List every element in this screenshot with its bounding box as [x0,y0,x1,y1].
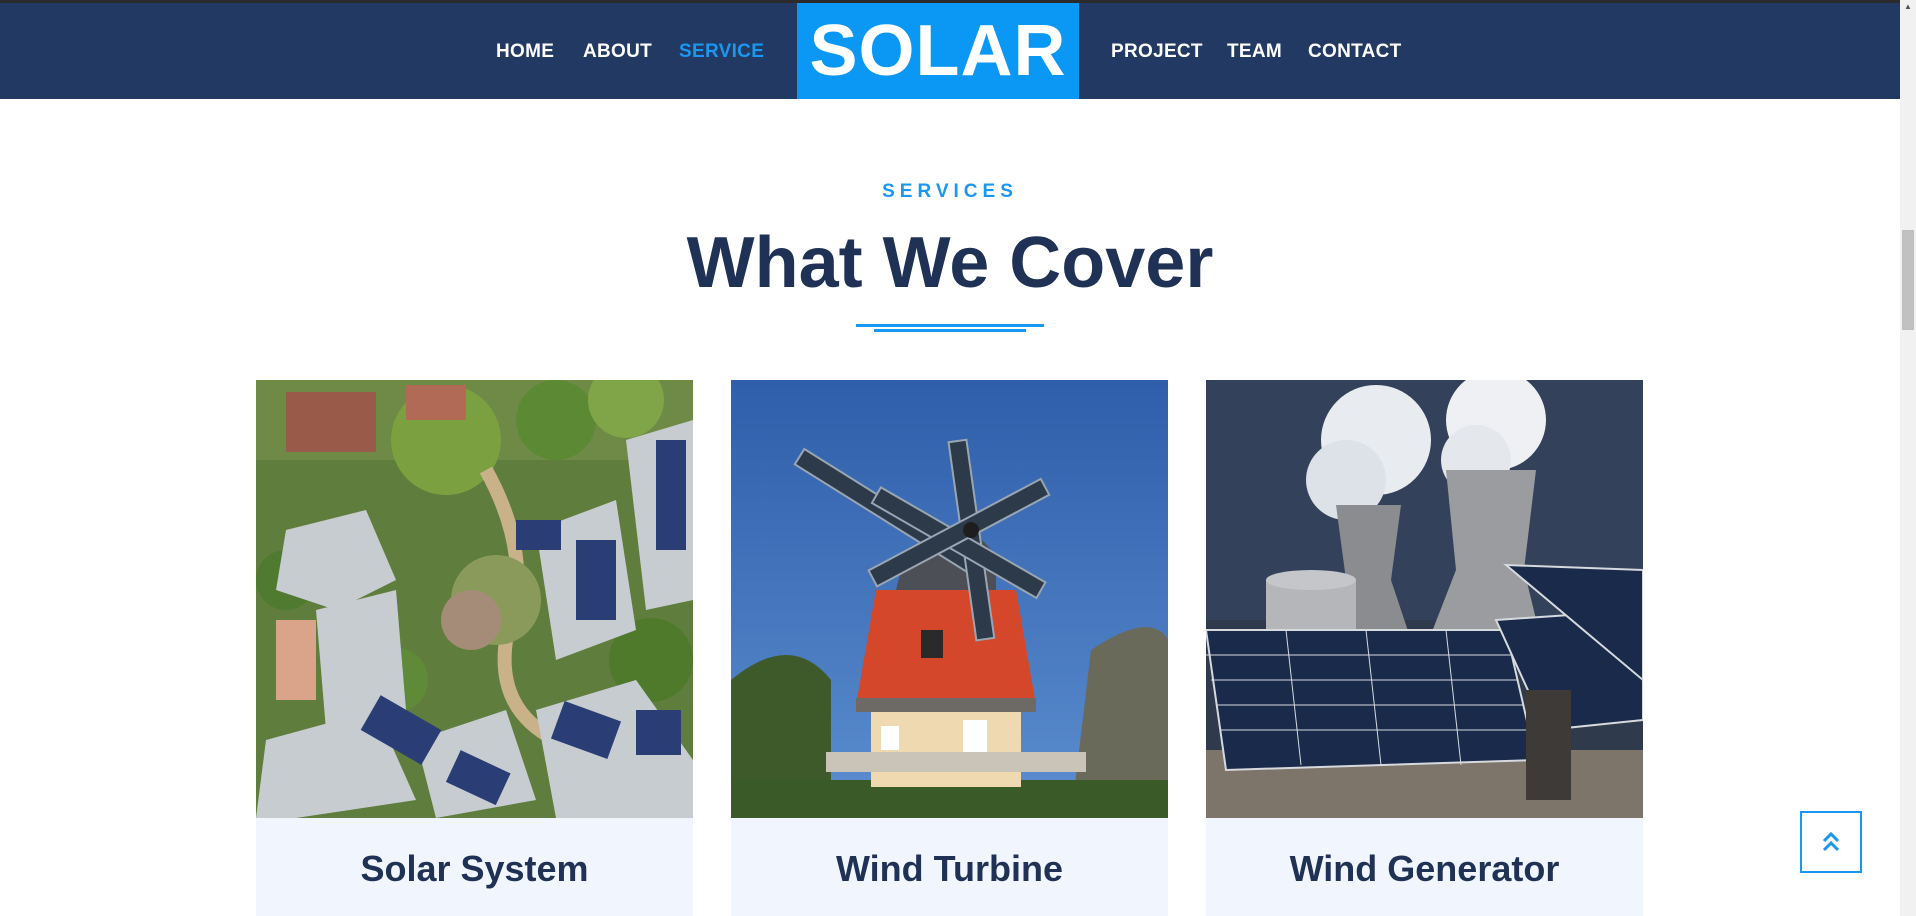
service-title[interactable]: Wind Turbine [731,848,1168,890]
scroll-up-arrow-icon[interactable]: ▲ [1900,0,1916,14]
service-title[interactable]: Solar System [256,848,693,890]
double-chevron-up-icon [1822,831,1840,852]
service-image-solar-system [256,380,693,818]
service-card-wind-turbine[interactable]: Wind Turbine [731,380,1168,916]
nav-home[interactable]: HOME [496,41,554,63]
section-title: What We Cover [686,223,1214,303]
service-caption: Wind Generator [1206,818,1643,916]
service-card-wind-generator[interactable]: Wind Generator [1206,380,1643,916]
back-to-top-button[interactable] [1800,811,1862,873]
nav-service[interactable]: SERVICE [679,41,764,63]
nav-team[interactable]: TEAM [1227,41,1282,63]
title-underline-secondary [874,329,1026,332]
page-scrollbar[interactable]: ▲ [1900,0,1916,916]
scrollbar-thumb[interactable] [1902,230,1914,330]
nav-about[interactable]: ABOUT [583,41,652,63]
service-caption: Wind Turbine [731,818,1168,916]
title-underline [856,324,1044,327]
section-eyebrow: SERVICES [882,181,1018,202]
service-title[interactable]: Wind Generator [1206,848,1643,890]
service-card-solar-system[interactable]: Solar System [256,380,693,916]
service-image-wind-turbine [731,380,1168,818]
service-caption: Solar System [256,818,693,916]
brand-logo[interactable]: SOLAR [797,3,1079,99]
service-image-wind-generator [1206,380,1643,818]
nav-project[interactable]: PROJECT [1111,41,1203,63]
top-navbar: HOME ABOUT SERVICE SOLAR PROJECT TEAM CO… [0,3,1900,99]
nav-contact[interactable]: CONTACT [1308,41,1402,63]
